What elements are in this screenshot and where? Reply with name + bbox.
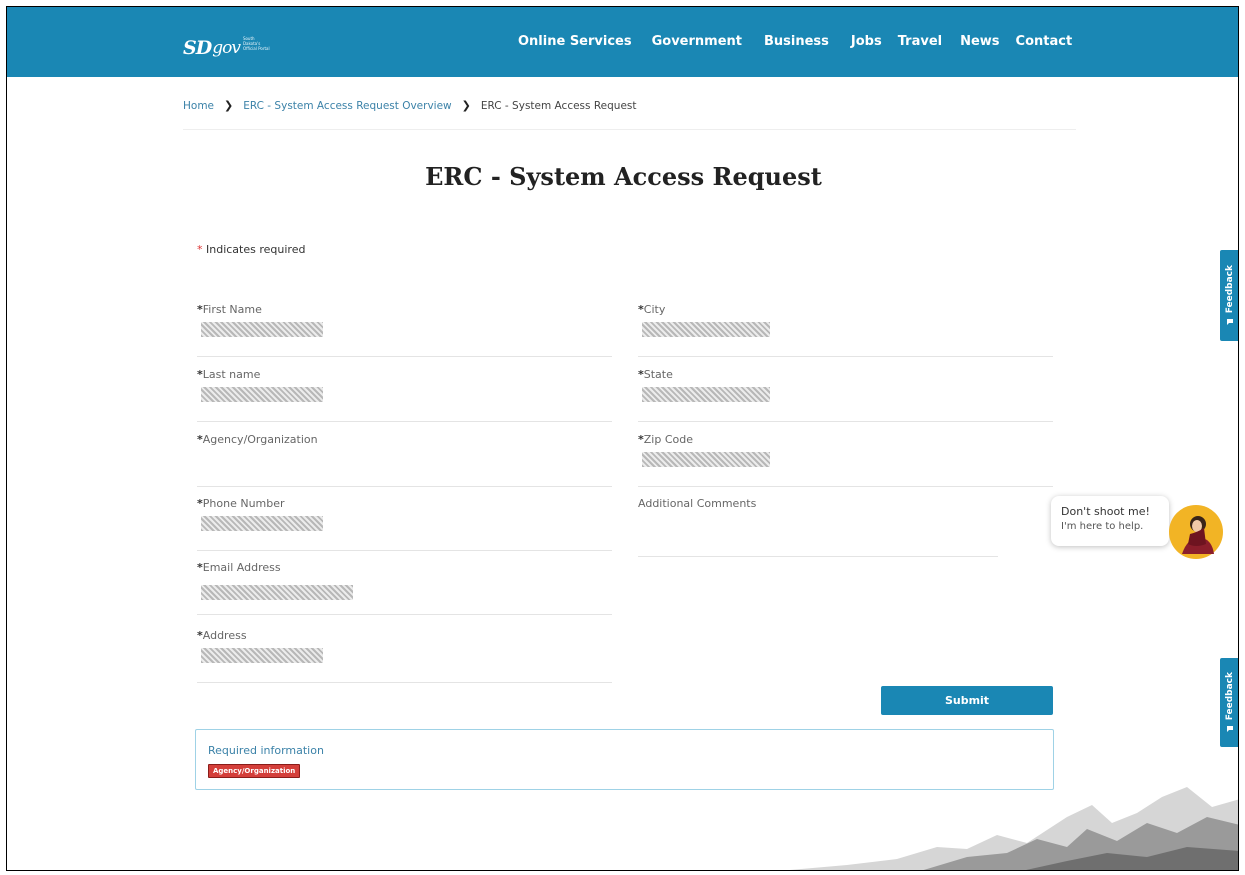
city-field[interactable]: *City <box>638 303 1053 357</box>
additional-comments-label: Additional Comments <box>638 497 757 510</box>
phone-label: *Phone Number <box>197 497 285 511</box>
nav-travel[interactable]: Travel <box>898 34 942 50</box>
first-name-label-text: First Name <box>202 303 262 316</box>
state-label-text: State <box>643 368 673 381</box>
required-note: * Indicates required <box>197 243 305 256</box>
required-information-heading: Required information <box>208 744 324 757</box>
state-field[interactable]: *State <box>638 368 1053 422</box>
page-title: ERC - System Access Request <box>425 162 822 191</box>
address-label-text: Address <box>202 629 247 642</box>
breadcrumb-home[interactable]: Home <box>183 99 214 113</box>
last-name-label-text: Last name <box>202 368 261 381</box>
site-header: SD gov South Dakota's Official Portal On… <box>7 7 1238 77</box>
phone-value-redacted <box>201 516 323 531</box>
nav-news[interactable]: News <box>960 34 999 50</box>
address-value-redacted <box>201 648 323 663</box>
zip-code-label: *Zip Code <box>638 433 693 447</box>
feedback-label: Feedback <box>1225 672 1235 721</box>
breadcrumb-divider <box>183 129 1076 130</box>
breadcrumb: Home ❯ ERC - System Access Request Overv… <box>183 99 637 113</box>
required-star: * <box>197 243 203 256</box>
nav-business[interactable]: Business <box>764 34 829 50</box>
phone-label-text: Phone Number <box>202 497 285 510</box>
email-field[interactable]: *Email Address <box>197 561 612 615</box>
speech-bubble-icon <box>1227 725 1233 732</box>
first-name-field[interactable]: *First Name <box>197 303 612 357</box>
nav-government[interactable]: Government <box>652 34 742 50</box>
additional-comments-field[interactable]: Additional Comments <box>638 497 998 557</box>
first-name-label: *First Name <box>197 303 262 317</box>
zip-code-field[interactable]: *Zip Code <box>638 433 1053 487</box>
last-name-field[interactable]: *Last name <box>197 368 612 422</box>
feedback-tab-bottom[interactable]: Feedback <box>1220 658 1238 747</box>
city-value-redacted <box>642 322 770 337</box>
logo-tagline: South Dakota's Official Portal <box>242 36 270 51</box>
chat-line-2: I'm here to help. <box>1061 521 1144 532</box>
agency-field[interactable]: *Agency/Organization <box>197 433 612 487</box>
breadcrumb-current: ERC - System Access Request <box>480 100 637 112</box>
city-label: *City <box>638 303 665 317</box>
feedback-tab-top[interactable]: Feedback <box>1220 250 1238 341</box>
submit-button[interactable]: Submit <box>881 686 1053 715</box>
sdgov-logo[interactable]: SD gov South Dakota's Official Portal <box>183 27 273 59</box>
zip-code-value-redacted <box>642 452 770 467</box>
email-label: *Email Address <box>197 561 281 575</box>
state-label: *State <box>638 368 673 382</box>
logo-gov-text: gov <box>212 38 241 58</box>
agency-label: *Agency/Organization <box>197 433 318 447</box>
breadcrumb-overview[interactable]: ERC - System Access Request Overview <box>243 99 451 113</box>
address-field[interactable]: *Address <box>197 629 612 683</box>
last-name-value-redacted <box>201 387 323 402</box>
chevron-right-icon: ❯ <box>224 99 234 112</box>
first-name-value-redacted <box>201 322 323 337</box>
chevron-right-icon: ❯ <box>461 99 471 112</box>
nav-online-services[interactable]: Online Services <box>518 34 632 50</box>
chat-avatar-icon[interactable] <box>1168 504 1224 560</box>
nav-jobs[interactable]: Jobs <box>851 34 882 50</box>
last-name-label: *Last name <box>197 368 260 382</box>
chat-line-1: Don't shoot me! <box>1061 505 1150 518</box>
feedback-label: Feedback <box>1225 265 1235 314</box>
agency-label-text: Agency/Organization <box>202 433 318 446</box>
chat-bubble[interactable]: Don't shoot me! I'm here to help. <box>1051 496 1169 546</box>
phone-field[interactable]: *Phone Number <box>197 497 612 551</box>
main-nav: Online Services Government Business Jobs… <box>518 34 1072 50</box>
email-label-text: Email Address <box>202 561 281 574</box>
email-value-redacted <box>201 585 353 600</box>
mountains-decoration <box>789 787 1238 870</box>
logo-sd-text: SD <box>183 37 212 59</box>
missing-field-tag[interactable]: Agency/Organization <box>208 764 301 778</box>
speech-bubble-icon <box>1227 318 1233 325</box>
browser-frame: SD gov South Dakota's Official Portal On… <box>6 6 1239 871</box>
state-value-redacted <box>642 387 770 402</box>
city-label-text: City <box>643 303 666 316</box>
nav-contact[interactable]: Contact <box>1016 34 1073 50</box>
address-label: *Address <box>197 629 247 643</box>
zip-code-label-text: Zip Code <box>643 433 693 446</box>
required-note-text: Indicates required <box>206 243 306 256</box>
